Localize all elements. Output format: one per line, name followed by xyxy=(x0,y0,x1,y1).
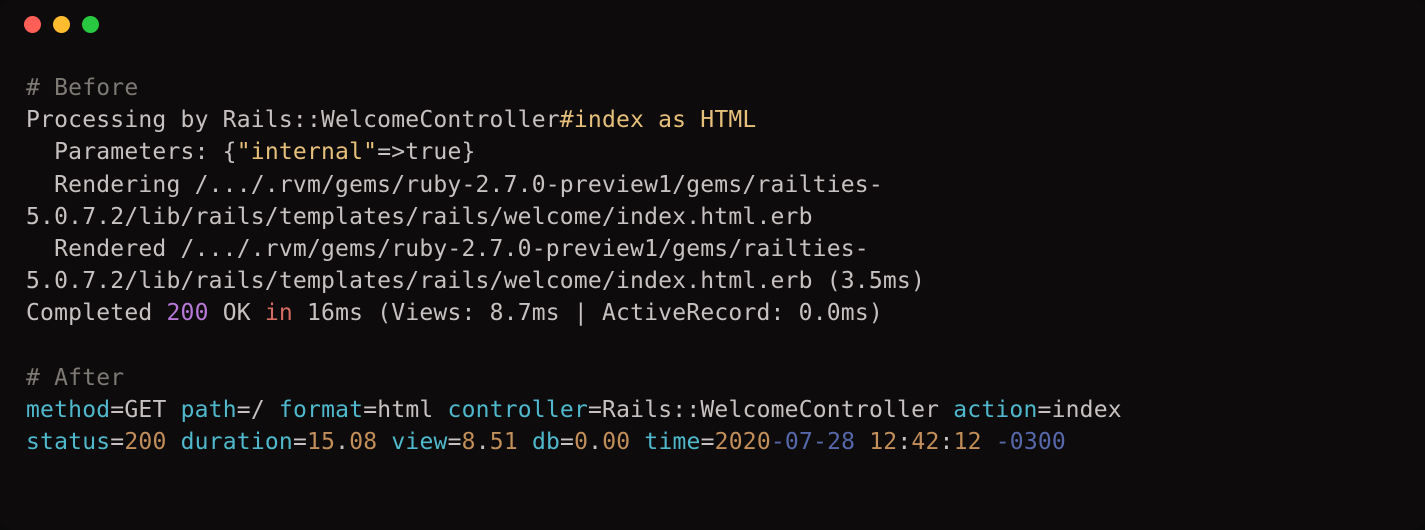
minimize-icon[interactable] xyxy=(53,16,70,33)
maximize-icon[interactable] xyxy=(82,16,99,33)
log-line: status=200 duration=15.08 view=8.51 db=0… xyxy=(26,429,1066,455)
log-line: 5.0.7.2/lib/rails/templates/rails/welcom… xyxy=(26,268,925,294)
log-line: 5.0.7.2/lib/rails/templates/rails/welcom… xyxy=(26,204,813,230)
log-line: Rendering /.../.rvm/gems/ruby-2.7.0-prev… xyxy=(26,172,883,198)
log-line: Parameters: {"internal"=>true} xyxy=(26,139,476,165)
close-icon[interactable] xyxy=(24,16,41,33)
terminal-content: # Before Processing by Rails::WelcomeCon… xyxy=(0,48,1425,482)
comment-after: # After xyxy=(26,365,124,391)
log-line: Rendered /.../.rvm/gems/ruby-2.7.0-previ… xyxy=(26,236,869,262)
log-line: method=GET path=/ format=html controller… xyxy=(26,397,1122,423)
log-line: Processing by Rails::WelcomeController#i… xyxy=(26,107,756,133)
terminal-window: # Before Processing by Rails::WelcomeCon… xyxy=(0,0,1425,530)
titlebar xyxy=(0,0,1425,48)
log-line: Completed 200 OK in 16ms (Views: 8.7ms |… xyxy=(26,300,883,326)
comment-before: # Before xyxy=(26,75,138,101)
